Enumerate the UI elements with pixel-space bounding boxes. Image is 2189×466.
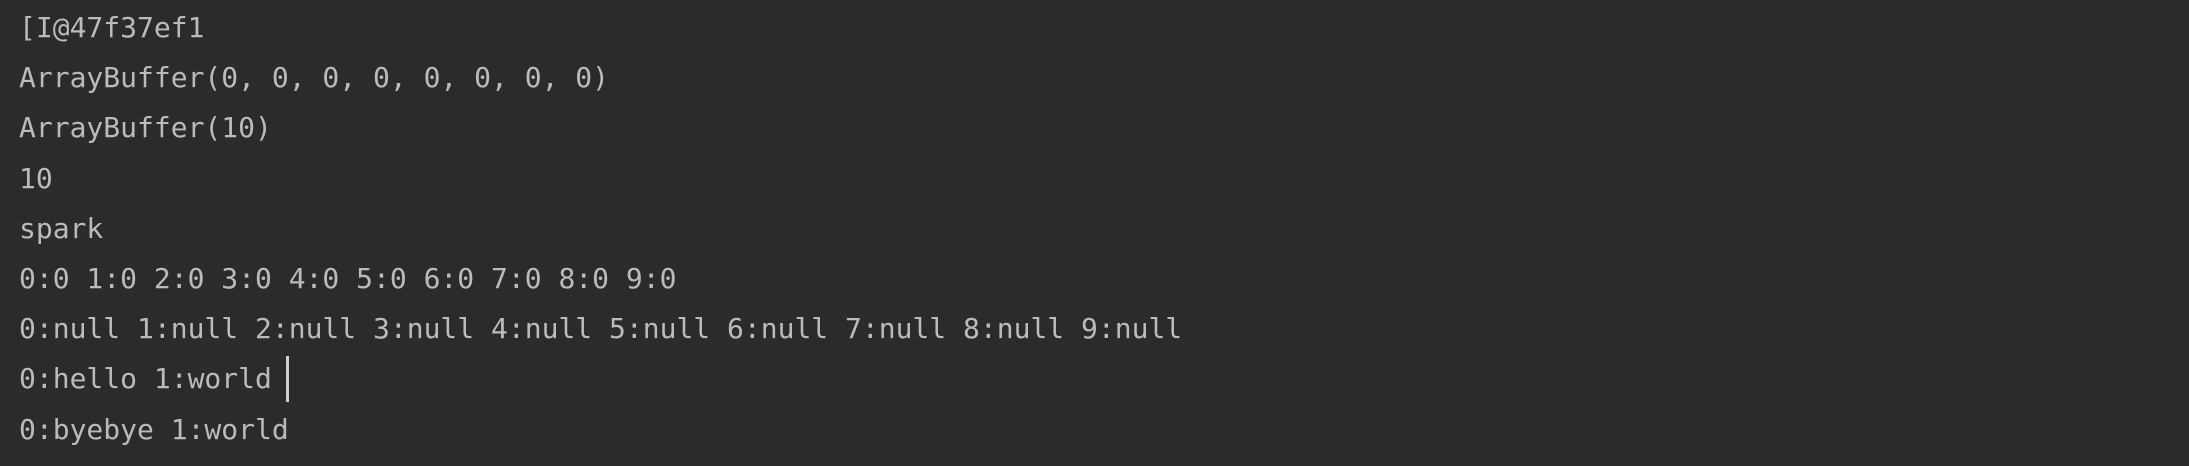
console-line: 0:hello 1:world <box>19 356 2189 410</box>
text-cursor <box>285 356 289 403</box>
console-line-text: 0:byebye 1:world <box>19 412 289 446</box>
console-line-text: ArrayBuffer(10) <box>19 111 272 145</box>
console-line: ArrayBuffer(10) <box>19 109 2189 159</box>
console-line-text: [I@47f37ef1 <box>19 11 205 44</box>
console-line-text: 0:hello 1:world <box>19 362 272 396</box>
console-line: 0:byebye 1:world <box>19 411 2189 461</box>
console-line-text: 0:0 1:0 2:0 3:0 4:0 5:0 6:0 7:0 8:0 9:0 <box>19 261 677 295</box>
console-output[interactable]: [I@47f37ef1 ArrayBuffer(0, 0, 0, 0, 0, 0… <box>0 0 2189 466</box>
console-line: 10 <box>19 160 2189 210</box>
console-line: 0:null 1:null 2:null 3:null 4:null 5:nul… <box>19 310 2189 360</box>
console-line: [I@47f37ef1 <box>19 9 2189 59</box>
console-line: spark <box>19 210 2189 260</box>
console-line-text: 10 <box>19 161 53 195</box>
console-line: ArrayBuffer(0, 0, 0, 0, 0, 0, 0, 0) <box>19 59 2189 109</box>
console-line-text: spark <box>19 211 104 245</box>
console-line-text: 0:null 1:null 2:null 3:null 4:null 5:nul… <box>19 312 1183 346</box>
console-line: 0:0 1:0 2:0 3:0 4:0 5:0 6:0 7:0 8:0 9:0 <box>19 260 2189 310</box>
console-line-text: ArrayBuffer(0, 0, 0, 0, 0, 0, 0, 0) <box>19 61 610 95</box>
